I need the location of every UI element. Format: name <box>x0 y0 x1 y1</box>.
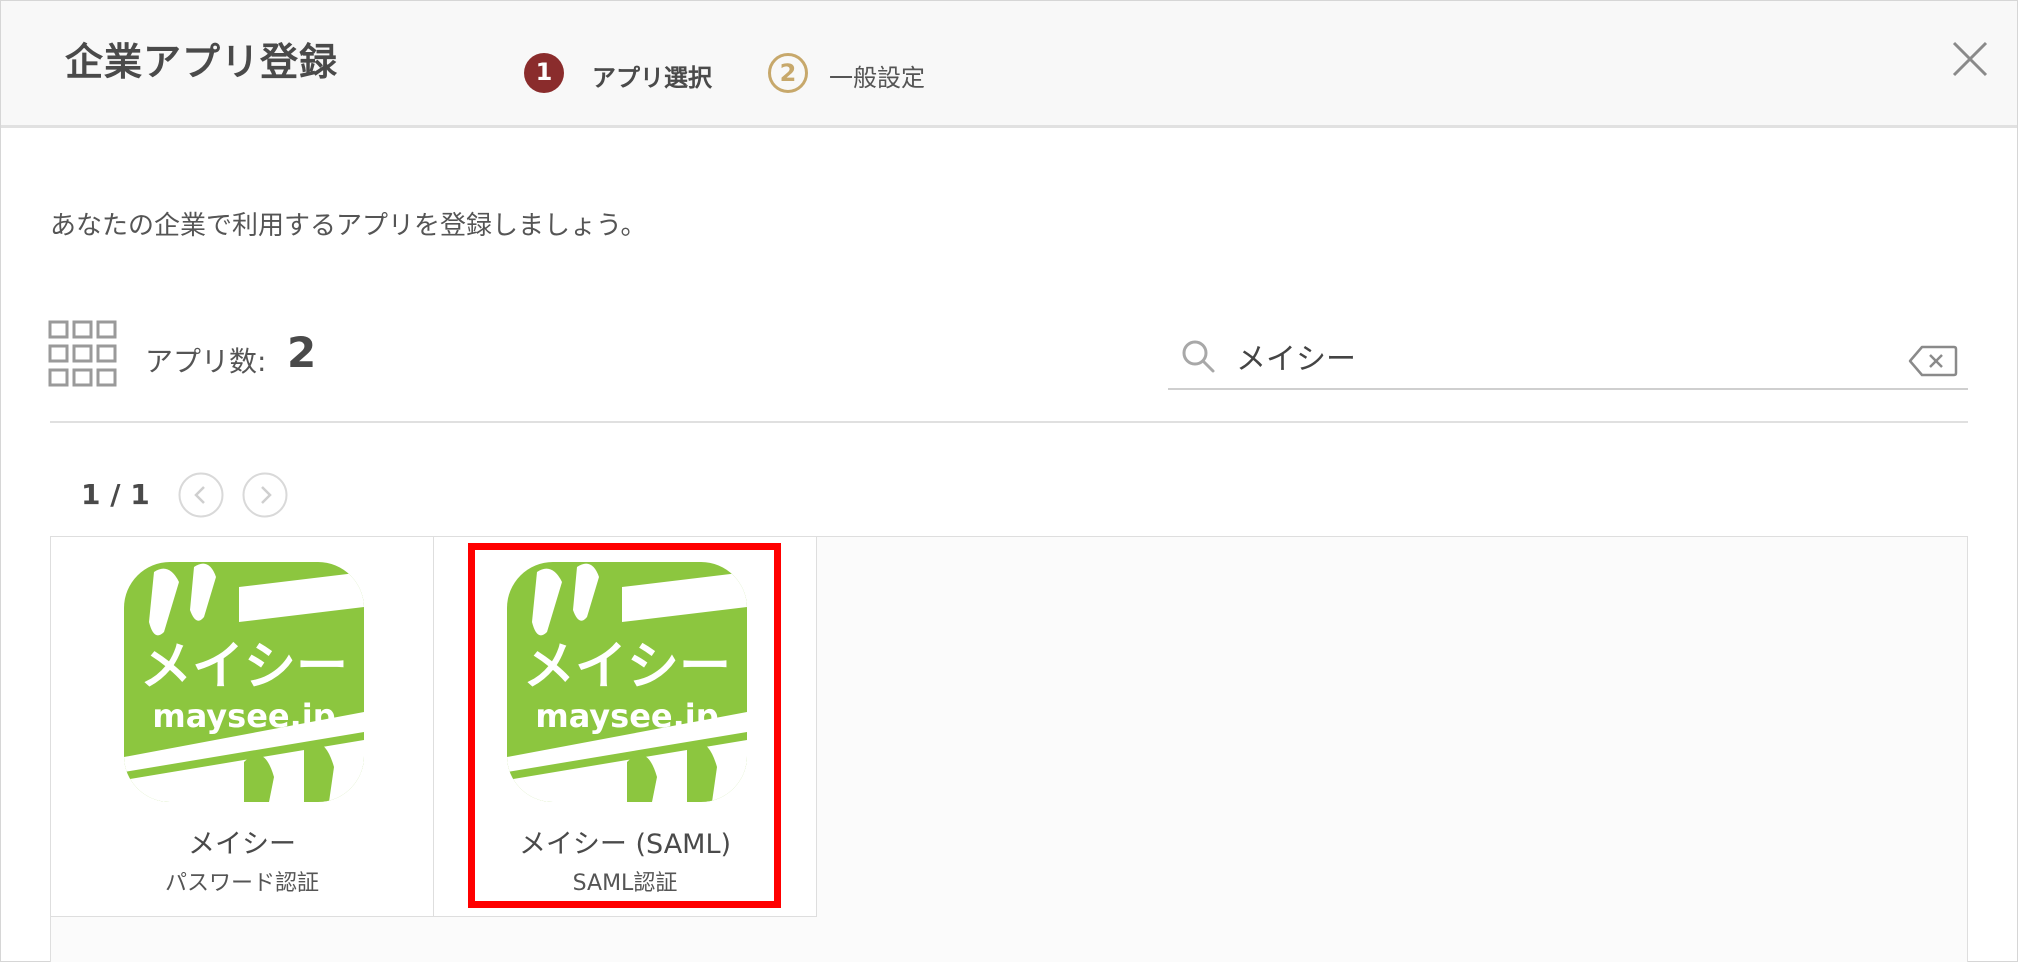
app-card-maysee-saml[interactable]: メイシー maysee.jp メイシー (SAML) SAML認証 <box>434 537 817 917</box>
toolbar-divider <box>50 421 1968 423</box>
app-card-maysee[interactable]: メイシー maysee.jp メイシー パスワード認証 <box>51 537 434 917</box>
maysee-logo-icon: メイシー maysee.jp <box>124 562 364 802</box>
step-2-label: 一般設定 <box>829 64 925 92</box>
app-auth-type: SAML認証 <box>572 871 678 896</box>
search-input[interactable] <box>1234 332 1838 380</box>
chevron-right-icon[interactable] <box>242 472 288 518</box>
logo-text-domain: maysee.jp <box>152 697 335 735</box>
logo-text-domain: maysee.jp <box>535 697 718 735</box>
app-name: メイシー <box>188 829 296 860</box>
logo-text-katakana: メイシー <box>140 637 348 697</box>
dialog-header: 企業アプリ登録 1 アプリ選択 2 一般設定 <box>1 1 2017 128</box>
app-list: メイシー maysee.jp メイシー パスワード認証 メイシー maysee.… <box>50 536 1968 962</box>
search-field <box>1168 330 1968 390</box>
app-count-value: 2 <box>287 328 317 377</box>
app-name: メイシー (SAML) <box>518 829 732 860</box>
app-count-label: アプリ数: <box>145 345 267 378</box>
grid-icon <box>48 320 117 387</box>
maysee-logo-icon: メイシー maysee.jp <box>507 562 747 802</box>
chevron-left-icon[interactable] <box>178 472 224 518</box>
clear-icon[interactable] <box>1908 344 1958 378</box>
search-icon <box>1182 340 1215 373</box>
app-auth-type: パスワード認証 <box>164 871 319 896</box>
close-icon[interactable] <box>1948 37 1992 81</box>
pagination-text: 1 / 1 <box>81 478 150 511</box>
step-2-number: 2 <box>768 53 808 93</box>
step-1-label: アプリ選択 <box>592 64 712 92</box>
intro-text: あなたの企業で利用するアプリを登録しましょう。 <box>50 211 647 241</box>
logo-text-katakana: メイシー <box>523 637 731 697</box>
step-1-number: 1 <box>524 53 564 93</box>
dialog-title: 企業アプリ登録 <box>65 40 339 84</box>
